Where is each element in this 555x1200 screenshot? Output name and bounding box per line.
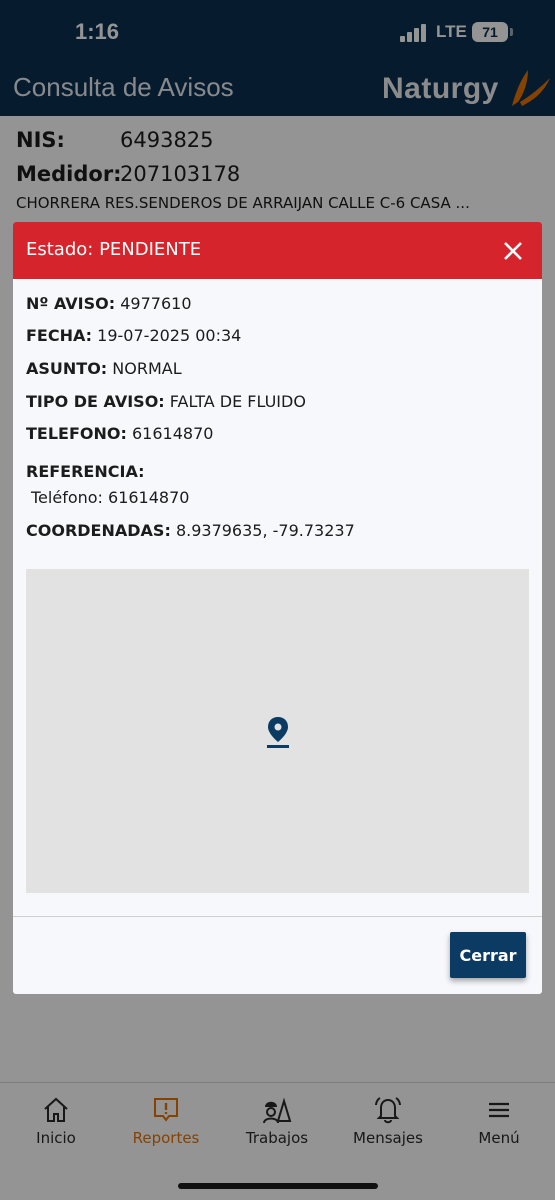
home-indicator [178, 1183, 378, 1189]
aviso-value: 4977610 [120, 294, 192, 313]
dialog-header: Estado: PENDIENTE [13, 222, 542, 279]
tipo-aviso-value: FALTA DE FLUIDO [169, 392, 306, 411]
aviso-field: Nº AVISO: 4977610 [26, 294, 192, 313]
referencia-label: REFERENCIA: [26, 462, 145, 481]
fecha-label: FECHA: [26, 326, 93, 345]
referencia-label-text: REFERENCIA: [26, 462, 145, 481]
dialog-title: Estado: PENDIENTE [26, 239, 202, 260]
coordenadas-field: COORDENADAS: 8.9379635, -79.73237 [26, 521, 355, 540]
fecha-value: 19-07-2025 00:34 [97, 326, 242, 345]
close-icon[interactable] [501, 239, 525, 263]
tipo-aviso-field: TIPO DE AVISO: FALTA DE FLUIDO [26, 392, 306, 411]
referencia-value: Teléfono: 61614870 [31, 488, 190, 507]
location-map[interactable] [26, 569, 529, 893]
telefono-label: TELEFONO: [26, 424, 127, 443]
tipo-aviso-label: TIPO DE AVISO: [26, 392, 165, 411]
aviso-label: Nº AVISO: [26, 294, 116, 313]
telefono-field: TELEFONO: 61614870 [26, 424, 213, 443]
dialog-divider [13, 916, 542, 917]
asunto-label: ASUNTO: [26, 359, 108, 378]
asunto-value: NORMAL [112, 359, 182, 378]
cerrar-button[interactable]: Cerrar [450, 932, 526, 978]
asunto-field: ASUNTO: NORMAL [26, 359, 182, 378]
map-pin-icon[interactable] [264, 715, 292, 749]
aviso-detail-dialog: Estado: PENDIENTE Nº AVISO: 4977610 FECH… [13, 222, 542, 994]
coordenadas-value: 8.9379635, -79.73237 [175, 521, 355, 540]
telefono-value: 61614870 [131, 424, 214, 443]
fecha-field: FECHA: 19-07-2025 00:34 [26, 326, 241, 345]
coordenadas-label: COORDENADAS: [26, 521, 171, 540]
